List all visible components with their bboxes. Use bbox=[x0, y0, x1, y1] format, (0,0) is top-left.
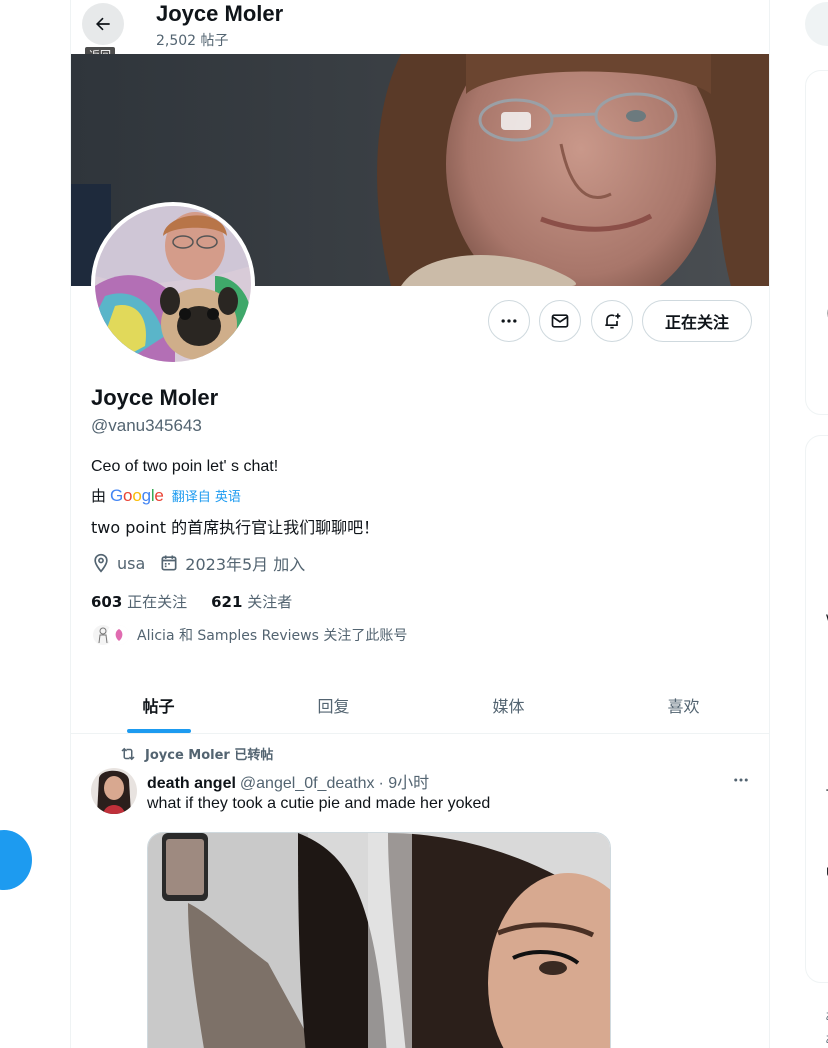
profile-tabs: 帖子 回复 媒体 喜欢 bbox=[71, 676, 769, 734]
location-text: usa bbox=[117, 553, 146, 573]
bell-plus-icon bbox=[605, 313, 621, 329]
header-title: Joyce Moler bbox=[156, 1, 284, 26]
followers-label: 关注者 bbox=[247, 593, 293, 611]
repost-label: Joyce Moler 已转帖 bbox=[145, 748, 274, 763]
tweet-author-name[interactable]: death angel bbox=[147, 775, 236, 793]
tweet-header: death angel @angel_0f_deathx · 9小时 bbox=[147, 769, 429, 793]
back-arrow-icon bbox=[96, 17, 110, 31]
tab-media[interactable]: 媒体 bbox=[421, 676, 596, 733]
translate-link[interactable]: 翻译自 英语 bbox=[172, 486, 241, 505]
tab-likes-label: 喜欢 bbox=[667, 696, 700, 716]
tweet-author-avatar[interactable] bbox=[91, 768, 137, 814]
profile-meta: usa 2023年5月 加入 bbox=[91, 551, 319, 575]
right-footer-fragment: ぁ bbox=[824, 1005, 828, 1024]
following-stat[interactable]: 603 正在关注 bbox=[91, 591, 187, 612]
profile-bio: Ceo of two poin let' s chat! bbox=[91, 458, 279, 475]
more-options-button[interactable] bbox=[488, 300, 530, 342]
joined-text: 2023年5月 加入 bbox=[185, 555, 306, 574]
tweet-media-photo bbox=[148, 833, 610, 1048]
tweet-time[interactable]: · 9小时 bbox=[378, 769, 429, 793]
following-count: 603 bbox=[91, 593, 123, 611]
follow-stats: 603 正在关注 621 关注者 bbox=[91, 591, 316, 612]
header-post-count: 2,502 帖子 bbox=[156, 33, 229, 49]
tab-media-label: 媒体 bbox=[492, 696, 525, 716]
follower-avatar bbox=[107, 623, 131, 647]
location-item: usa bbox=[91, 553, 145, 573]
translation-attribution: 由 Google 翻译自 英语 bbox=[91, 485, 241, 506]
avatar-photo bbox=[95, 206, 251, 362]
repost-indicator[interactable]: Joyce Moler 已转帖 bbox=[119, 744, 273, 763]
followers-stat[interactable]: 621 关注者 bbox=[211, 591, 292, 612]
tweet-media[interactable] bbox=[147, 832, 611, 1048]
right-footer-fragment: ぁ bbox=[824, 1028, 828, 1047]
tweet-text: what if they took a cutie pie and made h… bbox=[147, 795, 491, 812]
active-tab-indicator bbox=[126, 729, 191, 733]
notify-button[interactable] bbox=[591, 300, 633, 342]
profile-handle: @vanu345643 bbox=[91, 416, 202, 435]
compose-fab[interactable] bbox=[0, 830, 32, 890]
profile-avatar[interactable] bbox=[91, 202, 255, 366]
tab-posts[interactable]: 帖子 bbox=[71, 676, 246, 733]
right-trends-fragment: W T U bbox=[805, 435, 828, 983]
more-icon bbox=[734, 778, 748, 782]
more-icon bbox=[501, 319, 517, 323]
back-button[interactable] bbox=[82, 3, 124, 45]
tab-likes[interactable]: 喜欢 bbox=[596, 676, 769, 733]
following-button[interactable]: 正在关注 bbox=[642, 300, 752, 342]
followed-by-row[interactable]: Alicia 和 Samples Reviews 关注了此账号 bbox=[91, 623, 407, 647]
retweet-icon bbox=[121, 747, 135, 760]
main-column: 返回 Joyce Moler 2,502 帖子 bbox=[70, 0, 770, 1048]
message-button[interactable] bbox=[539, 300, 581, 342]
right-search-fragment[interactable] bbox=[805, 2, 828, 46]
tab-replies[interactable]: 回复 bbox=[246, 676, 421, 733]
location-icon bbox=[94, 553, 108, 573]
followers-count: 621 bbox=[211, 593, 243, 611]
translated-by-prefix: 由 bbox=[91, 487, 107, 505]
profile-header-bar: 返回 Joyce Moler 2,502 帖子 bbox=[71, 0, 769, 65]
right-card-fragment: ( bbox=[805, 70, 828, 415]
bio-translation: two point 的首席执行官让我们聊聊吧！ bbox=[91, 518, 380, 537]
following-label: 正在关注 bbox=[127, 593, 188, 611]
followed-by-text: Alicia 和 Samples Reviews 关注了此账号 bbox=[137, 628, 408, 644]
tab-posts-label: 帖子 bbox=[142, 696, 175, 716]
tab-replies-label: 回复 bbox=[317, 696, 350, 716]
tweet-author-handle[interactable]: @angel_0f_deathx bbox=[240, 775, 375, 793]
mail-icon bbox=[551, 314, 569, 328]
joined-item: 2023年5月 加入 bbox=[159, 551, 305, 575]
google-logo: Google bbox=[110, 485, 164, 505]
profile-display-name: Joyce Moler bbox=[91, 385, 219, 410]
tweet-avatar-photo bbox=[91, 768, 137, 814]
calendar-icon bbox=[161, 555, 177, 571]
tweet-more-button[interactable] bbox=[727, 766, 755, 794]
